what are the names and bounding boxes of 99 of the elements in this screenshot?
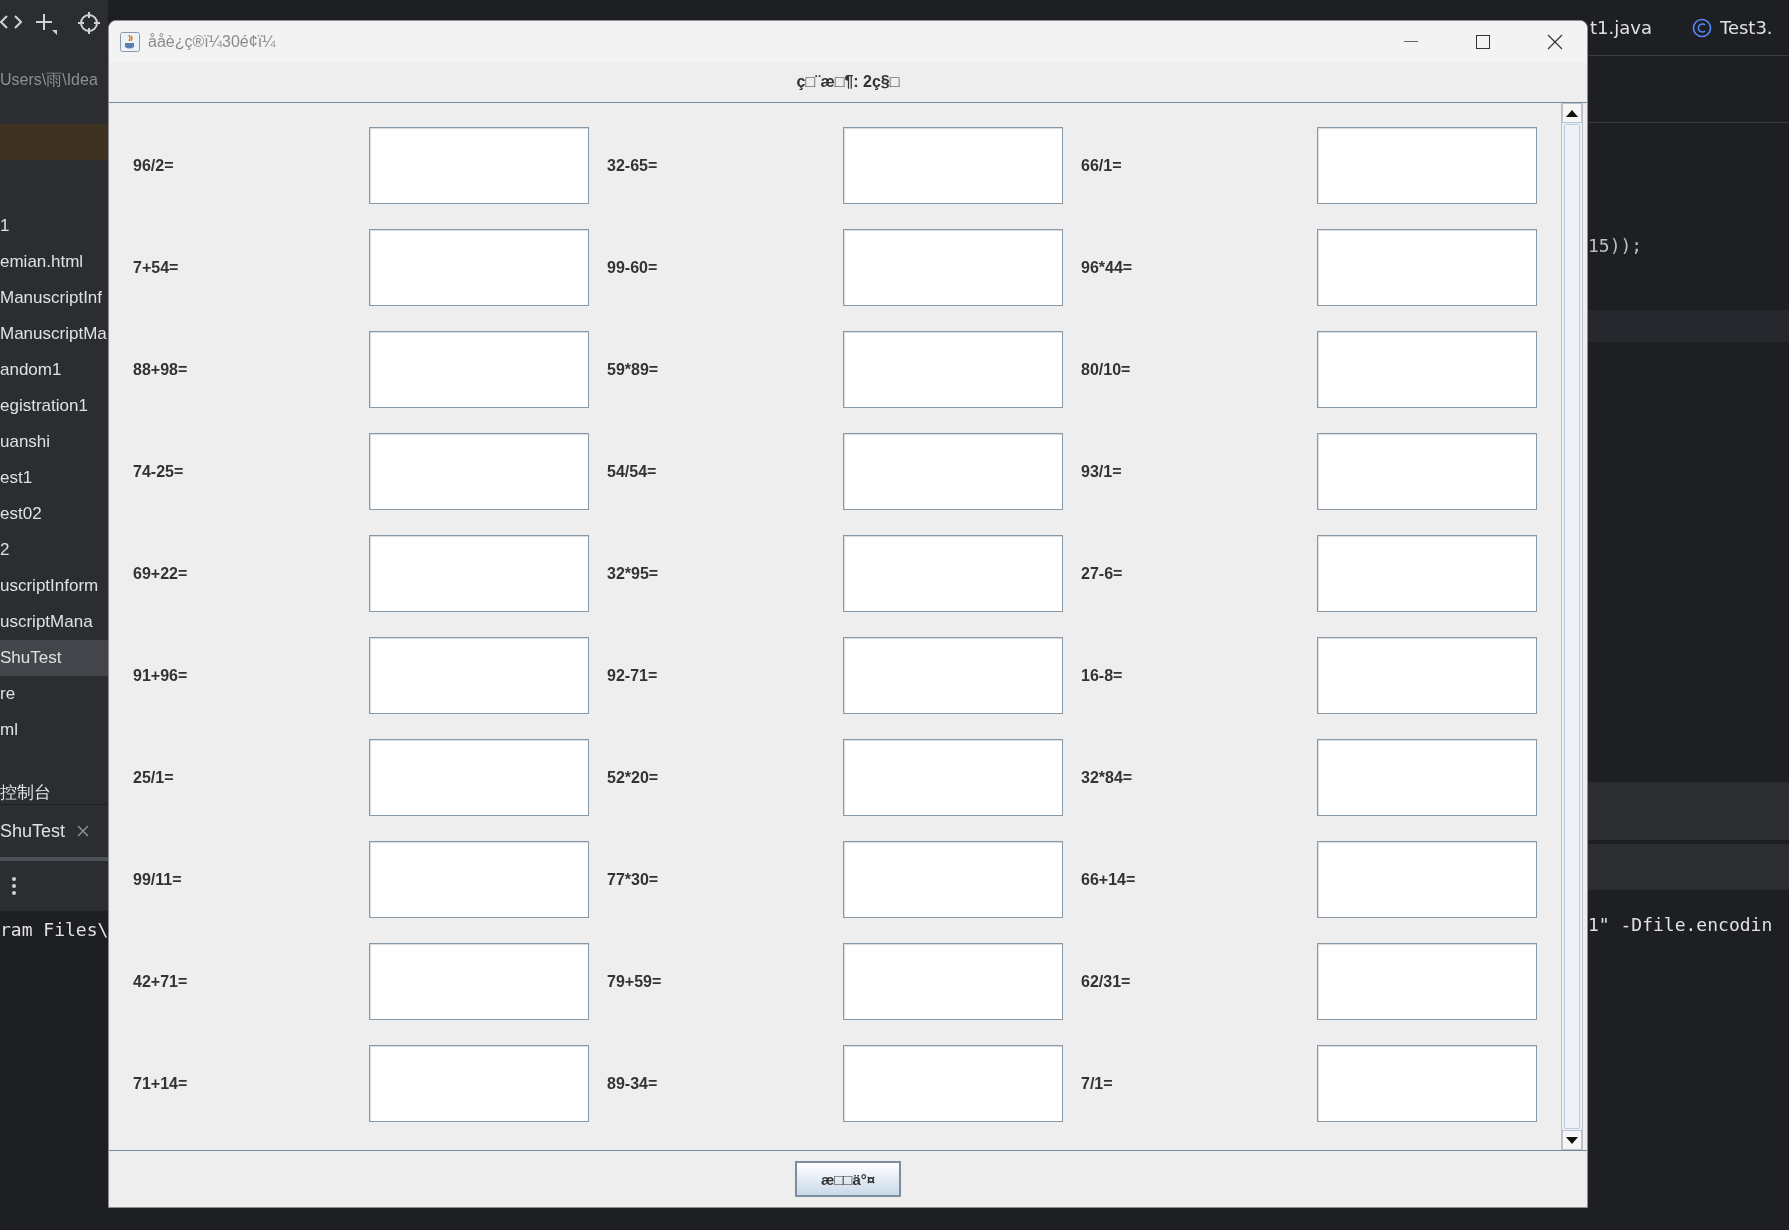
question-label: 7+54= — [133, 258, 179, 277]
answer-field[interactable] — [843, 943, 1063, 1020]
question-label: 93/1= — [1081, 462, 1122, 481]
answer-field[interactable] — [369, 229, 589, 306]
answer-field[interactable] — [843, 637, 1063, 714]
question-label: 99/11= — [133, 870, 182, 889]
window-title: ååè¿ç®ï¼30é¢ï¼ — [148, 32, 277, 51]
close-icon[interactable] — [77, 825, 90, 837]
answer-field[interactable] — [1317, 841, 1537, 918]
project-item[interactable]: uanshi — [0, 424, 108, 460]
answer-field[interactable] — [369, 127, 589, 204]
question-label: 25/1= — [133, 768, 174, 787]
question-label: 92-71= — [607, 666, 658, 685]
answer-field[interactable] — [369, 637, 589, 714]
code-line: 15)); — [1588, 235, 1644, 256]
project-item[interactable]: est1 — [0, 460, 108, 496]
question-label: 71+14= — [133, 1074, 188, 1093]
question-label: 66+14= — [1081, 870, 1136, 889]
question-label: 91+96= — [133, 666, 188, 685]
answer-field[interactable] — [369, 841, 589, 918]
answer-field[interactable] — [369, 1045, 589, 1122]
scrollbar[interactable] — [1561, 103, 1583, 1150]
more-icon[interactable] — [12, 877, 16, 895]
cup-icon — [120, 31, 140, 52]
console-text: ram Files\ — [0, 919, 108, 940]
answer-field[interactable] — [843, 841, 1063, 918]
project-item[interactable]: ShuTest — [0, 640, 108, 676]
question-label: 62/31= — [1081, 972, 1131, 991]
question-label: 27-6= — [1081, 564, 1123, 583]
question-label: 96/2= — [133, 156, 174, 175]
answer-field[interactable] — [1317, 1045, 1537, 1122]
question-label: 74-25= — [133, 462, 184, 481]
project-item[interactable]: uscriptInform — [0, 568, 108, 604]
question-label: 59*89= — [607, 360, 659, 379]
answer-field[interactable] — [1317, 331, 1537, 408]
answer-field[interactable] — [843, 229, 1063, 306]
up-arrow-icon[interactable] — [1566, 109, 1578, 117]
project-item[interactable]: andom1 — [0, 352, 108, 388]
question-label: 69+22= — [133, 564, 188, 583]
crosshair-icon[interactable] — [78, 12, 100, 34]
answer-field[interactable] — [843, 1045, 1063, 1122]
project-item[interactable]: uscriptMana — [0, 604, 108, 640]
project-item[interactable]: 1 — [0, 208, 108, 244]
answer-field[interactable] — [1317, 739, 1537, 816]
question-label: 88+98= — [133, 360, 188, 379]
answer-field[interactable] — [1317, 127, 1537, 204]
question-label: 32*84= — [1081, 768, 1133, 787]
answer-field[interactable] — [369, 433, 589, 510]
question-label: 80/10= — [1081, 360, 1131, 379]
plus-icon[interactable] — [34, 12, 58, 36]
run-tab[interactable]: ShuTest — [0, 820, 66, 842]
answer-field[interactable] — [1317, 637, 1537, 714]
console-title: 控制台 — [0, 782, 52, 804]
project-item[interactable]: ManuscriptMa — [0, 316, 108, 352]
submit-button[interactable]: æ□□ä°¤ — [795, 1161, 901, 1197]
answer-field[interactable] — [1317, 943, 1537, 1020]
answer-field[interactable] — [369, 331, 589, 408]
answer-field[interactable] — [843, 535, 1063, 612]
minimize-icon — [1404, 40, 1418, 43]
editor-tab[interactable]: t1.java — [1590, 17, 1652, 38]
console-text: 1" -Dfile.encodin — [1588, 914, 1774, 935]
timer-label: ç□¨æ□¶: 2ç§□ — [796, 73, 900, 91]
project-path: Users\雨\Idea — [0, 70, 99, 90]
close-icon — [1547, 33, 1563, 50]
project-item[interactable]: est02 — [0, 496, 108, 532]
question-label: 32-65= — [607, 156, 658, 175]
question-label: 52*20= — [607, 768, 659, 787]
editor-tab[interactable]: Test3. — [1691, 17, 1773, 38]
answer-field[interactable] — [369, 739, 589, 816]
answer-field[interactable] — [843, 739, 1063, 816]
answer-field[interactable] — [369, 943, 589, 1020]
question-label: 7/1= — [1081, 1074, 1113, 1093]
question-label: 32*95= — [607, 564, 659, 583]
question-label: 79+59= — [607, 972, 662, 991]
question-label: 66/1= — [1081, 156, 1122, 175]
project-item[interactable]: re — [0, 676, 108, 712]
scrollbar-thumb[interactable] — [1564, 124, 1580, 1129]
project-item[interactable]: 2 — [0, 532, 108, 568]
project-item[interactable]: emian.html — [0, 244, 108, 280]
answer-field[interactable] — [1317, 433, 1537, 510]
question-label: 89-34= — [607, 1074, 658, 1093]
class-icon — [1691, 17, 1712, 38]
project-item[interactable]: egistration1 — [0, 388, 108, 424]
project-item[interactable]: ml — [0, 712, 108, 748]
answer-field[interactable] — [843, 433, 1063, 510]
question-label: 96*44= — [1081, 258, 1133, 277]
answer-field[interactable] — [369, 535, 589, 612]
answer-field[interactable] — [843, 127, 1063, 204]
question-label: 54/54= — [607, 462, 657, 481]
question-label: 42+71= — [133, 972, 188, 991]
project-item[interactable]: ManuscriptInf — [0, 280, 108, 316]
answer-field[interactable] — [1317, 229, 1537, 306]
answer-field[interactable] — [1317, 535, 1537, 612]
question-label: 99-60= — [607, 258, 658, 277]
question-label: 16-8= — [1081, 666, 1123, 685]
maximize-icon — [1476, 34, 1490, 49]
question-label: 77*30= — [607, 870, 659, 889]
answer-field[interactable] — [843, 331, 1063, 408]
down-arrow-icon[interactable] — [1566, 1136, 1578, 1144]
